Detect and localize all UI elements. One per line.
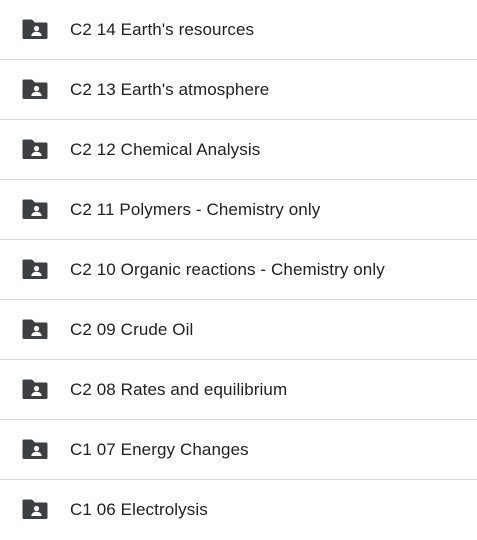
shared-folder-icon bbox=[22, 138, 48, 160]
folder-name: C2 11 Polymers - Chemistry only bbox=[70, 199, 321, 219]
folder-row[interactable]: C2 11 Polymers - Chemistry only bbox=[0, 180, 477, 240]
folder-name: C1 06 Electrolysis bbox=[70, 500, 208, 519]
folder-row[interactable]: C2 08 Rates and equilibrium bbox=[0, 360, 477, 420]
shared-folder-icon bbox=[22, 258, 48, 280]
folder-row[interactable]: C2 13 Earth's atmosphere bbox=[0, 60, 477, 120]
folder-name: C1 07 Energy Changes bbox=[70, 439, 249, 459]
folder-row[interactable]: C2 14 Earth's resources bbox=[0, 0, 477, 60]
folder-name: C2 12 Chemical Analysis bbox=[70, 139, 261, 159]
folder-name: C2 09 Crude Oil bbox=[70, 319, 194, 339]
folder-row[interactable]: C1 07 Energy Changes bbox=[0, 420, 477, 480]
shared-folder-icon bbox=[22, 78, 48, 100]
shared-folder-icon bbox=[22, 498, 48, 520]
folder-name: C2 08 Rates and equilibrium bbox=[70, 379, 288, 399]
folder-row[interactable]: C1 06 Electrolysis bbox=[0, 480, 477, 540]
shared-folder-icon bbox=[22, 318, 48, 340]
folder-row[interactable]: C2 10 Organic reactions - Chemistry only bbox=[0, 240, 477, 300]
folder-name: C2 13 Earth's atmosphere bbox=[70, 79, 270, 99]
shared-folder-icon bbox=[22, 198, 48, 220]
folder-row[interactable]: C2 12 Chemical Analysis bbox=[0, 120, 477, 180]
folder-name: C2 14 Earth's resources bbox=[70, 19, 255, 39]
shared-folder-icon bbox=[22, 438, 48, 460]
folder-row[interactable]: C2 09 Crude Oil bbox=[0, 300, 477, 360]
shared-folder-icon bbox=[22, 18, 48, 40]
folder-name: C2 10 Organic reactions - Chemistry only bbox=[70, 259, 385, 279]
shared-folder-icon bbox=[22, 378, 48, 400]
folder-list: C2 14 Earth's resources C2 13 Earth's at… bbox=[0, 0, 477, 540]
